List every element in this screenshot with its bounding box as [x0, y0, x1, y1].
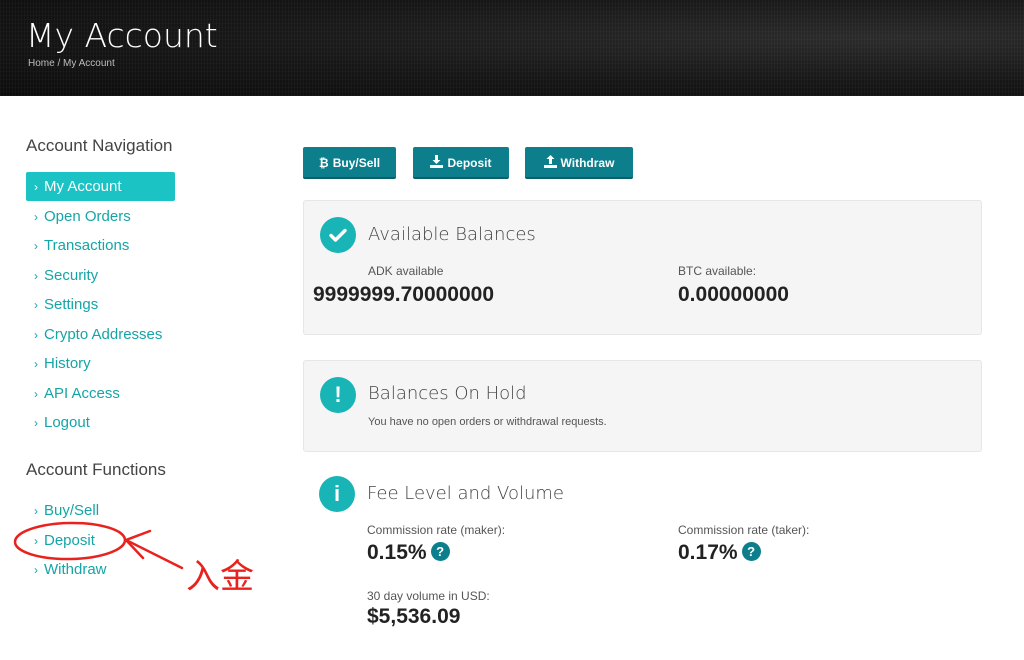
adk-available-value: 9999999.70000000 [313, 283, 495, 306]
account-functions-heading: Account Functions [26, 460, 166, 479]
sidebar-item-transactions[interactable]: › Transactions [26, 231, 175, 260]
chevron-right-icon: › [34, 387, 38, 401]
sidebar-item-label: Buy/Sell [44, 502, 100, 519]
chevron-right-icon: › [34, 504, 38, 518]
btc-available-value: 0.00000000 [678, 283, 789, 306]
breadcrumb-separator: / [57, 58, 61, 69]
buy-sell-button[interactable]: ₿ Buy/Sell [303, 147, 396, 179]
withdraw-button-label: Withdraw [560, 156, 615, 170]
page-title: My Account [26, 16, 218, 55]
sidebar-item-crypto-addresses[interactable]: › Crypto Addresses [26, 320, 175, 349]
sidebar-item-history[interactable]: › History [26, 349, 175, 378]
help-icon[interactable]: ? [741, 542, 761, 561]
chevron-right-icon: › [34, 210, 38, 224]
on-hold-note: You have no open orders or withdrawal re… [368, 416, 607, 428]
buy-sell-button-label: Buy/Sell [332, 156, 381, 170]
sidebar-item-settings[interactable]: › Settings [26, 290, 175, 319]
sidebar-item-label: History [44, 355, 91, 372]
balances-on-hold-title: Balances On Hold [368, 383, 527, 404]
sidebar-item-label: Settings [44, 296, 99, 313]
sidebar-item-open-orders[interactable]: › Open Orders [26, 202, 175, 231]
taker-commission-value: 0.17%? [678, 541, 761, 565]
breadcrumb-home[interactable]: Home [28, 58, 55, 69]
taker-commission-text: 0.17% [678, 541, 738, 564]
chevron-right-icon: › [34, 298, 38, 312]
chevron-right-icon: › [34, 534, 38, 548]
maker-commission-label: Commission rate (maker): [367, 523, 506, 537]
help-icon[interactable]: ? [430, 542, 450, 561]
download-icon [430, 147, 444, 179]
page-header: My Account Home / My Account [0, 0, 1024, 96]
chevron-right-icon: › [34, 180, 38, 194]
sidebar-item-label: Withdraw [44, 561, 107, 578]
breadcrumb: Home / My Account [28, 58, 115, 69]
annotation-text: 入金 [186, 557, 254, 597]
upload-icon [543, 147, 557, 179]
sidebar-item-label: Crypto Addresses [44, 326, 163, 343]
account-navigation-heading: Account Navigation [26, 136, 173, 155]
sidebar-item-label: Transactions [44, 237, 130, 254]
adk-available-label: ADK available [368, 264, 444, 278]
fee-level-title: Fee Level and Volume [367, 483, 565, 504]
sidebar-item-security[interactable]: › Security [26, 261, 175, 290]
fee-level-section: i Fee Level and Volume Commission rate (… [303, 462, 982, 652]
maker-commission-value: 0.15%? [367, 541, 450, 565]
sidebar-item-label: My Account [44, 178, 122, 195]
volume-value: $5,536.09 [367, 605, 461, 628]
volume-label: 30 day volume in USD: [367, 589, 490, 603]
chevron-right-icon: › [34, 416, 38, 430]
sidebar-item-label: Open Orders [44, 208, 131, 225]
checkmark-icon [320, 217, 356, 253]
sidebar-item-label: Logout [44, 414, 90, 431]
maker-commission-text: 0.15% [367, 541, 427, 564]
balances-on-hold-panel: ! Balances On Hold You have no open orde… [303, 360, 982, 452]
chevron-right-icon: › [34, 269, 38, 283]
sidebar-item-buy-sell[interactable]: › Buy/Sell [26, 496, 175, 525]
chevron-right-icon: › [34, 563, 38, 577]
available-balances-panel: Available Balances ADK available 9999999… [303, 200, 982, 335]
taker-commission-label: Commission rate (taker): [678, 523, 810, 537]
chevron-right-icon: › [34, 328, 38, 342]
available-balances-title: Available Balances [368, 224, 536, 245]
deposit-button-label: Deposit [447, 156, 492, 170]
bitcoin-icon: ₿ [318, 156, 329, 170]
withdraw-button[interactable]: Withdraw [525, 147, 633, 179]
sidebar-item-logout[interactable]: › Logout [26, 408, 175, 437]
chevron-right-icon: › [34, 357, 38, 371]
info-icon: i [319, 476, 355, 512]
sidebar-item-label: Security [44, 267, 99, 284]
chevron-right-icon: › [34, 239, 38, 253]
deposit-button[interactable]: Deposit [413, 147, 509, 179]
sidebar-item-my-account[interactable]: › My Account [26, 172, 175, 201]
sidebar-item-deposit[interactable]: › Deposit [26, 526, 175, 555]
sidebar-item-api-access[interactable]: › API Access [26, 379, 175, 408]
breadcrumb-current: My Account [63, 58, 115, 69]
btc-available-label: BTC available: [678, 264, 757, 278]
sidebar-item-label: Deposit [44, 532, 95, 549]
sidebar-item-withdraw[interactable]: › Withdraw [26, 555, 175, 584]
sidebar-item-label: API Access [44, 385, 120, 402]
exclamation-icon: ! [320, 377, 356, 413]
